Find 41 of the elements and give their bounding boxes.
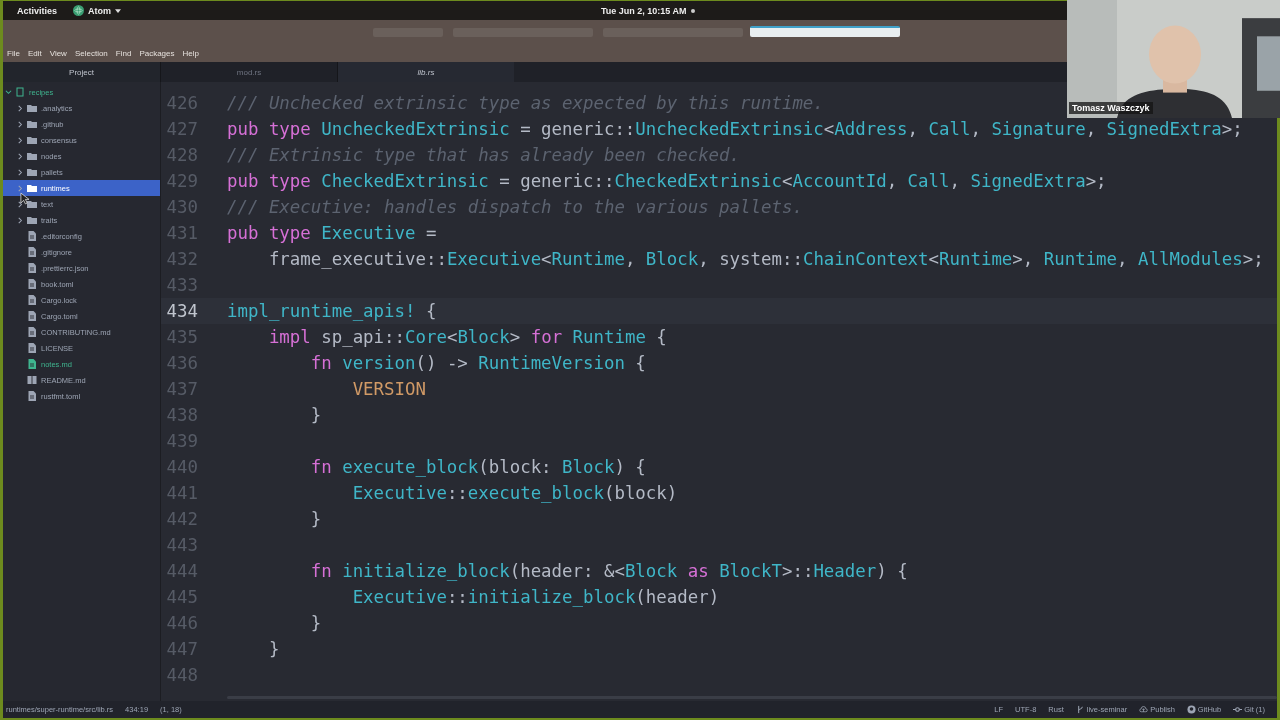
- code-line: pub type UncheckedExtrinsic = generic::UncheckedExtrinsic<Address, Call, Signature, SignedExtra>;: [227, 119, 1243, 139]
- activities-button[interactable]: Activities: [7, 5, 68, 16]
- line-number: 434: [165, 301, 199, 321]
- code-line: pub type Executive =: [227, 223, 437, 243]
- code-line: }: [309, 509, 322, 529]
- code-line: Executive::execute_block(block): [351, 483, 678, 503]
- code-line: }: [267, 639, 280, 659]
- tab[interactable]: lib.rs: [337, 62, 514, 82]
- commit-icon: [1233, 705, 1243, 714]
- code-line: }: [309, 613, 322, 633]
- code-line: impl sp_api::Core<Block> for Runtime {: [267, 327, 667, 347]
- code-line: Executive::initialize_block(header): [351, 587, 720, 607]
- participant-name: Tomasz Waszczyk: [1069, 102, 1153, 114]
- tab[interactable]: Project: [3, 62, 160, 82]
- code-line: /// Unchecked extrinsic type as expected by this runtime.: [227, 93, 824, 113]
- menu-item[interactable]: Find: [115, 49, 132, 58]
- status-dot-icon: [690, 8, 695, 13]
- app-menu[interactable]: Atom: [67, 5, 128, 16]
- code-line: }: [309, 405, 322, 425]
- code-line: /// Extrinsic type that has already been checked.: [227, 145, 741, 165]
- menu-item[interactable]: View: [49, 49, 67, 58]
- repository-icon: [15, 87, 25, 97]
- cloud-upload-icon: [1139, 705, 1149, 714]
- code-line: fn execute_block(block: Block) {: [309, 457, 646, 477]
- menu-item[interactable]: Packages: [139, 49, 175, 58]
- branch-icon: [1075, 705, 1085, 714]
- menu-item[interactable]: Edit: [27, 49, 42, 58]
- menu-item[interactable]: Help: [182, 49, 199, 58]
- code-line: frame_executive::Executive<Runtime, Block, system::ChainContext<Runtime>, Runtime, AllModules>;: [267, 249, 1264, 269]
- code-line: impl_runtime_apis! {: [227, 301, 437, 321]
- code-line: fn initialize_block(header: &<Block as BlockT>::Header) {: [309, 561, 908, 581]
- atom-icon: [73, 5, 85, 16]
- code-line: fn version() -> RuntimeVersion {: [309, 353, 646, 373]
- caret-icon: [115, 8, 122, 13]
- clock[interactable]: Tue Jun 2, 10:15 AM: [591, 5, 697, 16]
- mouse-pointer-icon: [20, 192, 29, 205]
- code-line: /// Executive: handles dispatch to the various pallets.: [227, 197, 803, 217]
- code-line: VERSION: [351, 379, 426, 399]
- menu-item[interactable]: Selection: [74, 49, 108, 58]
- code-line: pub type CheckedExtrinsic = generic::CheckedExtrinsic<AccountId, Call, SignedExtra>;: [227, 171, 1107, 191]
- menu-item[interactable]: File: [7, 49, 20, 58]
